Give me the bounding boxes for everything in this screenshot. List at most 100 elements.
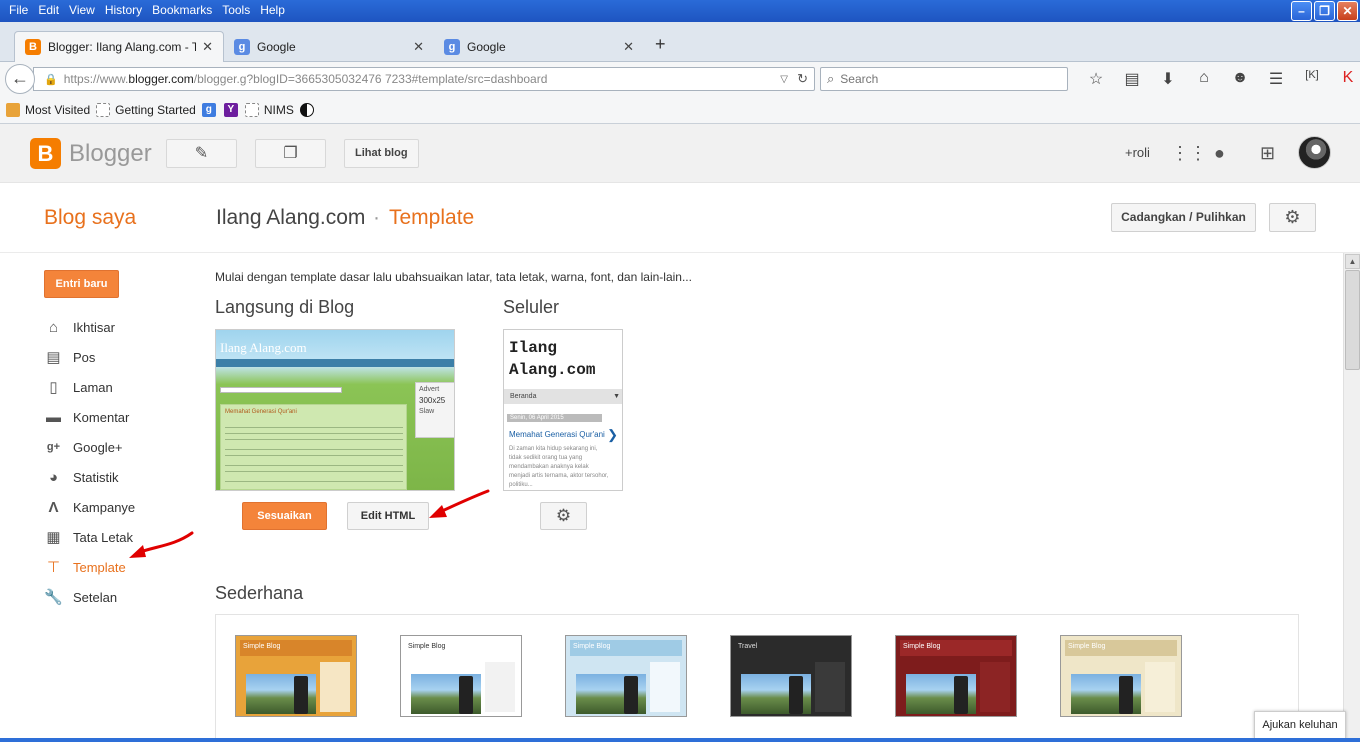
download-icon[interactable]: ⬇ [1150,69,1186,89]
bookmark-yahoo[interactable]: Y [223,102,243,117]
scroll-up-icon[interactable]: ▲ [1345,254,1360,269]
folder-icon [6,102,20,117]
sidebar-nav: ⌂ Ikhtisar ▤ Pos ▯ Laman ▬ Komentar g+ Google… [44,312,135,612]
menu-tools[interactable]: Tools [217,3,255,17]
notifications-icon[interactable]: ● [1214,143,1225,164]
template-thumbnail[interactable]: Simple Blog [1060,635,1182,717]
backup-restore-button[interactable]: Cadangkan / Pulihkan [1111,203,1256,232]
extension-icon[interactable]: [K] [1294,69,1330,89]
mobile-template-preview[interactable]: Ilang Alang.com Beranda ▼ Senin, 06 April… [503,329,623,491]
reading-list-icon[interactable]: ▤ [1114,69,1150,89]
intro-text: Mulai dengan template dasar lalu ubahsua… [215,270,692,284]
sidebar-item-google-plus[interactable]: g+ Google+ [44,432,135,462]
tab-title: Google [257,39,296,54]
close-window-button[interactable]: ✕ [1337,1,1358,21]
tab-title: Blogger: Ilang Alang.com - Te... [48,40,197,54]
sidebar-item-overview[interactable]: ⌂ Ikhtisar [44,312,135,342]
template-thumbnail[interactable]: Simple Blog [400,635,522,717]
search-icon: ⌕ [827,71,835,86]
minimize-button[interactable]: – [1291,1,1312,21]
google-icon: g [234,38,250,55]
new-tab-icon[interactable]: + [655,34,666,55]
template-thumbnail[interactable]: Travel [730,635,852,717]
gear-icon: ⚙ [555,506,572,525]
settings-gear-button[interactable]: ⚙ [1269,203,1316,232]
tab-blogger[interactable]: B Blogger: Ilang Alang.com - Te... ✕ [14,31,224,62]
tab-google-2[interactable]: g Google ✕ [434,31,644,62]
template-thumbnail[interactable]: Simple Blog [235,635,357,717]
menu-view[interactable]: View [64,3,100,17]
preview-post-body: Memahat Generasi Qur'ani [220,404,407,490]
title-separator: · [373,206,380,229]
share-plus-icon[interactable]: ⊞ [1260,143,1275,164]
new-post-button[interactable]: Entri baru [44,270,119,298]
page-icon [244,102,259,117]
home-icon[interactable]: ⌂ [1186,69,1222,89]
sidebar-item-pages[interactable]: ▯ Laman [44,372,135,402]
sidebar-item-layout[interactable]: ▦ Tata Letak [44,522,135,552]
bookmark-google[interactable]: g [201,102,221,117]
menu-bookmarks[interactable]: Bookmarks [147,3,217,17]
menu-icon[interactable]: ☰ [1258,69,1294,89]
search-box[interactable]: ⌕ [820,67,1068,91]
reload-icon[interactable]: ↻ [797,71,808,87]
simple-templates-panel: Simple Blog Simple Blog Simple Blog Trav… [215,614,1299,742]
google-icon: g [444,38,460,55]
sidebar-item-template[interactable]: ⊤ Template [44,552,135,582]
edit-html-button[interactable]: Edit HTML [347,502,429,530]
new-post-pencil-button[interactable]: ✎ [166,139,237,168]
close-tab-icon[interactable]: ✕ [202,39,213,55]
blogger-logo[interactable]: B Blogger [30,138,152,169]
smiley-icon[interactable]: ☻ [1222,69,1258,89]
close-tab-icon[interactable]: ✕ [623,39,634,55]
menu-history[interactable]: History [100,3,147,17]
annotation-arrow-edit-html [438,489,490,514]
template-thumbnail[interactable]: Simple Blog [895,635,1017,717]
apps-grid-icon[interactable]: ⋮⋮ [1171,143,1207,164]
back-button[interactable]: ← [5,64,35,94]
menu-edit[interactable]: Edit [33,3,64,17]
feedback-button[interactable]: Ajukan keluhan [1254,711,1346,739]
google-plus-icon: g+ [46,440,61,453]
customize-button[interactable]: Sesuaikan [242,502,327,530]
close-tab-icon[interactable]: ✕ [413,39,424,55]
stats-icon: ◕ [48,468,59,486]
url-dropdown-icon[interactable]: ▽ [780,74,788,85]
taskbar-strip [0,738,1360,742]
menu-file[interactable]: File [4,3,33,17]
google-plus-user-link[interactable]: +roli [1125,145,1150,160]
sidebar-item-comments[interactable]: ▬ Komentar [44,402,135,432]
sidebar-item-stats[interactable]: ◕ Statistik [44,462,135,492]
posts-list-button[interactable]: ❐ [255,139,326,168]
restore-button[interactable]: ❐ [1314,1,1335,21]
bookmarks-toolbar: Most Visited Getting Started g Y NIMS [0,96,1360,124]
scroll-thumb[interactable] [1345,270,1360,370]
bookmark-nims[interactable]: NIMS [244,102,294,117]
search-input[interactable] [840,72,1051,86]
page-scrollbar[interactable]: ▲ [1343,253,1360,742]
menu-help[interactable]: Help [255,3,290,17]
bookmark-extra[interactable] [299,102,319,117]
antivirus-icon[interactable]: K [1330,69,1360,89]
mobile-preview-post-link: Memahat Generasi Qur'ani [509,430,605,439]
bookmark-star-icon[interactable]: ☆ [1078,69,1114,89]
view-blog-button[interactable]: Lihat blog [344,139,419,168]
template-thumbnail[interactable]: Simple Blog [565,635,687,717]
mobile-preview-date: Senin, 06 April 2015 [507,414,602,422]
avatar[interactable] [1298,136,1331,169]
address-bar[interactable]: 🔒 https://www.blogger.com/blogger.g?blog… [33,67,815,91]
bookmark-getting-started[interactable]: Getting Started [96,102,196,117]
sidebar-item-posts[interactable]: ▤ Pos [44,342,135,372]
preview-blog-title: Ilang Alang.com [220,340,307,355]
my-blogs-link[interactable]: Blog saya [44,206,136,230]
preview-sidebar-ad: Advert 300x25 Slaw [415,382,454,438]
mobile-settings-button[interactable]: ⚙ [540,502,587,530]
blog-name[interactable]: Ilang Alang.com [216,206,365,230]
layout-icon: ▦ [46,528,61,546]
sidebar-item-settings[interactable]: 🔧 Setelan [44,582,135,612]
bookmark-most-visited[interactable]: Most Visited [6,102,90,117]
desktop-template-preview[interactable]: Ilang Alang.com Memahat Generasi Qur'ani… [215,329,455,491]
tab-google-1[interactable]: g Google ✕ [224,31,434,62]
comment-icon: ▬ [46,408,61,426]
sidebar-item-campaigns[interactable]: Λ Kampanye [44,492,135,522]
